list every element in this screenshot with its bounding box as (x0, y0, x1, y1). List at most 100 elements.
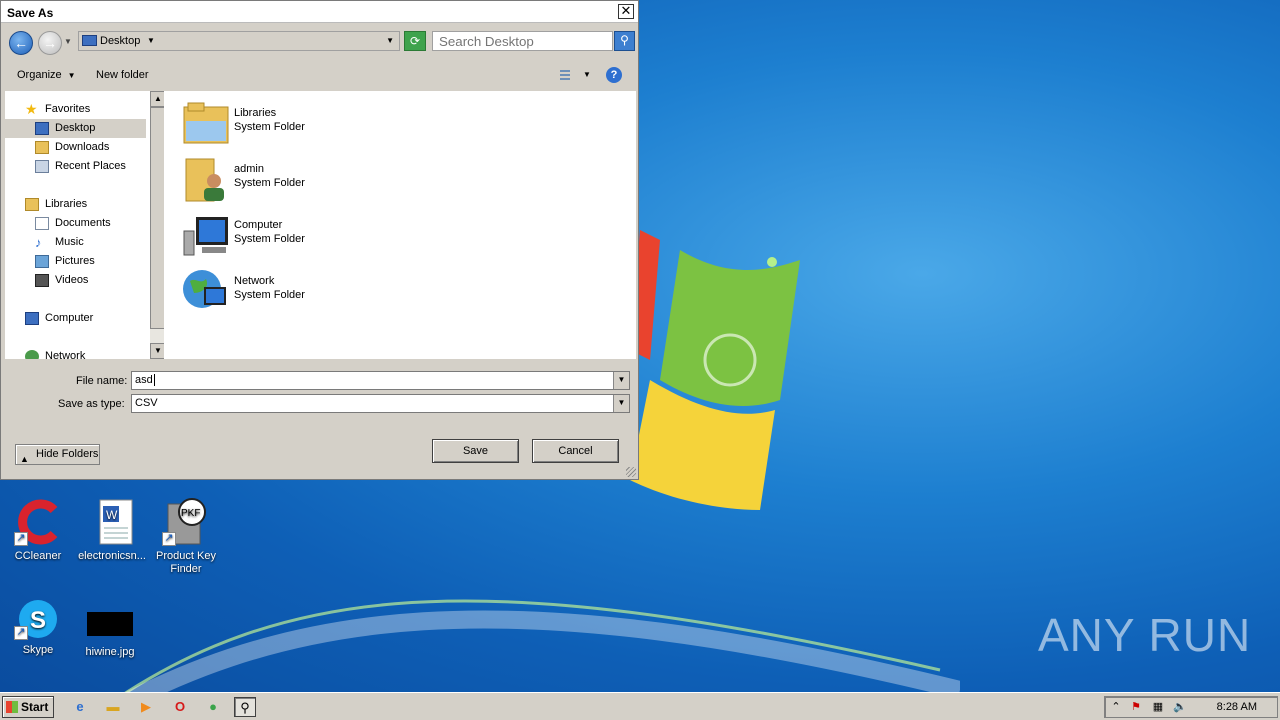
file-name: Libraries (234, 107, 277, 119)
anyrun-watermark: ANY RUN (1038, 609, 1252, 661)
save-as-type-label: Save as type: (58, 398, 125, 410)
file-name: Computer (234, 219, 283, 231)
refresh-button[interactable]: ⟳ (404, 31, 426, 51)
organize-menu[interactable]: Organize ▼ (17, 69, 76, 81)
address-dropdown-icon[interactable]: ▼ (386, 36, 394, 45)
dialog-titlebar[interactable]: Save As ✕ (1, 1, 638, 23)
network-globe-icon (183, 270, 226, 308)
opera-icon[interactable]: O (169, 697, 191, 717)
music-icon: ♪ (35, 235, 42, 250)
nav-item-music[interactable]: ♪ Music (5, 233, 146, 252)
address-location[interactable]: Desktop (100, 35, 140, 47)
shortcut-arrow-icon: ↗ (14, 626, 28, 640)
close-button[interactable]: ✕ (618, 4, 634, 19)
videos-icon (35, 274, 49, 287)
back-button[interactable]: ← (9, 31, 33, 55)
documents-icon (35, 217, 49, 230)
nav-item-documents[interactable]: Documents (5, 214, 146, 233)
nav-label: Recent Places (55, 160, 126, 172)
libraries-icon (25, 198, 39, 211)
nav-label: Documents (55, 217, 111, 229)
navigation-pane: ★ Favorites Desktop Downloads Recent Pla… (5, 91, 166, 359)
volume-icon[interactable]: 🔈 (1173, 700, 1187, 714)
nav-item-recent-places[interactable]: Recent Places (5, 157, 146, 176)
save-as-type-select[interactable]: CSV ▼ (131, 394, 630, 413)
nav-item-desktop[interactable]: Desktop (5, 119, 146, 138)
nav-item-downloads[interactable]: Downloads (5, 138, 146, 157)
save-as-type-dropdown-icon[interactable]: ▼ (613, 395, 629, 412)
nav-label: Libraries (45, 198, 88, 210)
file-item-network[interactable]: Network System Folder (182, 267, 442, 317)
file-item-libraries[interactable]: Libraries System Folder (182, 99, 442, 149)
address-box[interactable]: Desktop ▼ ▼ (78, 31, 400, 51)
nav-label: Desktop (55, 122, 96, 134)
nav-item-pictures[interactable]: Pictures (5, 252, 146, 271)
hide-folders-label: Hide Folders (36, 448, 99, 460)
desktop-icon-label: Skype (22, 644, 54, 656)
nav-label: Pictures (55, 255, 95, 267)
desktop-icon (35, 122, 49, 135)
network-status-icon[interactable]: ▦ (1151, 700, 1165, 714)
start-button[interactable]: Start (2, 696, 54, 718)
svg-text:W: W (106, 508, 118, 522)
recent-places-icon (35, 160, 49, 173)
system-tray: ⌃ ⚑ ▦ 🔈 8:28 AM (1104, 696, 1278, 718)
pkf-text: PKF (181, 508, 200, 519)
taskbar: Start e ▬ ▶ O ● ⚲ ⌃ ⚑ ▦ 🔈 8:28 AM (0, 692, 1280, 720)
search-input[interactable] (432, 31, 613, 51)
hide-folders-button[interactable]: ▲ Hide Folders (15, 444, 100, 465)
computer-icon (183, 217, 228, 256)
new-folder-button[interactable]: New folder (96, 69, 149, 81)
nav-item-videos[interactable]: Videos (5, 271, 146, 290)
show-hidden-icons-icon[interactable]: ⌃ (1109, 700, 1123, 714)
product-key-finder-icon: PKF ↗ (162, 498, 210, 546)
file-name-dropdown-icon[interactable]: ▼ (613, 372, 629, 389)
organize-label: Organize (17, 69, 62, 81)
chrome-icon[interactable]: ● (202, 697, 224, 717)
desktop-icon-document[interactable]: W electronicsn... (74, 498, 150, 563)
desktop-location-icon (82, 35, 97, 46)
nav-label: Favorites (45, 103, 91, 115)
save-as-type-value: CSV (135, 397, 158, 409)
clock[interactable]: 8:28 AM (1217, 701, 1257, 713)
change-view-icon[interactable] (555, 68, 571, 82)
nav-computer[interactable]: Computer (5, 309, 146, 328)
pictures-icon (35, 255, 49, 268)
search-icon[interactable]: ⚲ (614, 31, 635, 51)
nav-label: Music (55, 236, 84, 248)
file-explorer-icon[interactable]: ▬ (102, 697, 124, 717)
desktop-icon-label: Product Key Finder (156, 550, 216, 575)
file-name-label: File name: (76, 375, 128, 387)
save-button[interactable]: Save (432, 439, 519, 463)
desktop-icon-label: CCleaner (14, 550, 62, 562)
chevron-down-icon: ▼ (67, 71, 76, 80)
desktop-icon-product-key-finder[interactable]: PKF ↗ Product Key Finder (148, 498, 224, 576)
file-name-value[interactable]: asd (135, 374, 153, 386)
desktop-icon-skype[interactable]: S ↗ Skype (0, 598, 76, 657)
view-options-dropdown-icon[interactable]: ▼ (583, 70, 591, 79)
nav-label: Network (45, 350, 86, 359)
nav-favorites[interactable]: ★ Favorites (5, 100, 146, 119)
file-item-admin[interactable]: admin System Folder (182, 155, 442, 205)
breadcrumb-chevron-icon[interactable]: ▼ (147, 36, 155, 45)
media-player-icon[interactable]: ▶ (135, 697, 157, 717)
cancel-button[interactable]: Cancel (532, 439, 619, 463)
file-item-computer[interactable]: Computer System Folder (182, 211, 442, 261)
desktop-icon-ccleaner[interactable]: ↗ CCleaner (0, 498, 76, 563)
action-center-icon[interactable]: ⚑ (1129, 700, 1143, 714)
forward-button[interactable]: → (38, 31, 62, 55)
product-key-finder-taskbar-icon[interactable]: ⚲ (234, 697, 256, 717)
recent-pages-dropdown-icon[interactable]: ▼ (64, 37, 72, 46)
internet-explorer-icon[interactable]: e (69, 697, 91, 717)
resize-grip-icon[interactable] (626, 467, 636, 477)
shortcut-arrow-icon: ↗ (162, 532, 176, 546)
chevron-up-icon: ▲ (20, 454, 29, 464)
nav-network[interactable]: Network (5, 347, 146, 359)
nav-libraries[interactable]: Libraries (5, 195, 146, 214)
desktop-icon-hiwine[interactable]: hiwine.jpg (72, 612, 148, 659)
file-name-field[interactable]: asd ▼ (131, 371, 630, 390)
command-toolbar: Organize ▼ New folder ▼ ? (1, 60, 638, 90)
nav-label: Downloads (55, 141, 110, 153)
help-icon[interactable]: ? (606, 67, 622, 83)
file-type: System Folder (234, 233, 305, 245)
